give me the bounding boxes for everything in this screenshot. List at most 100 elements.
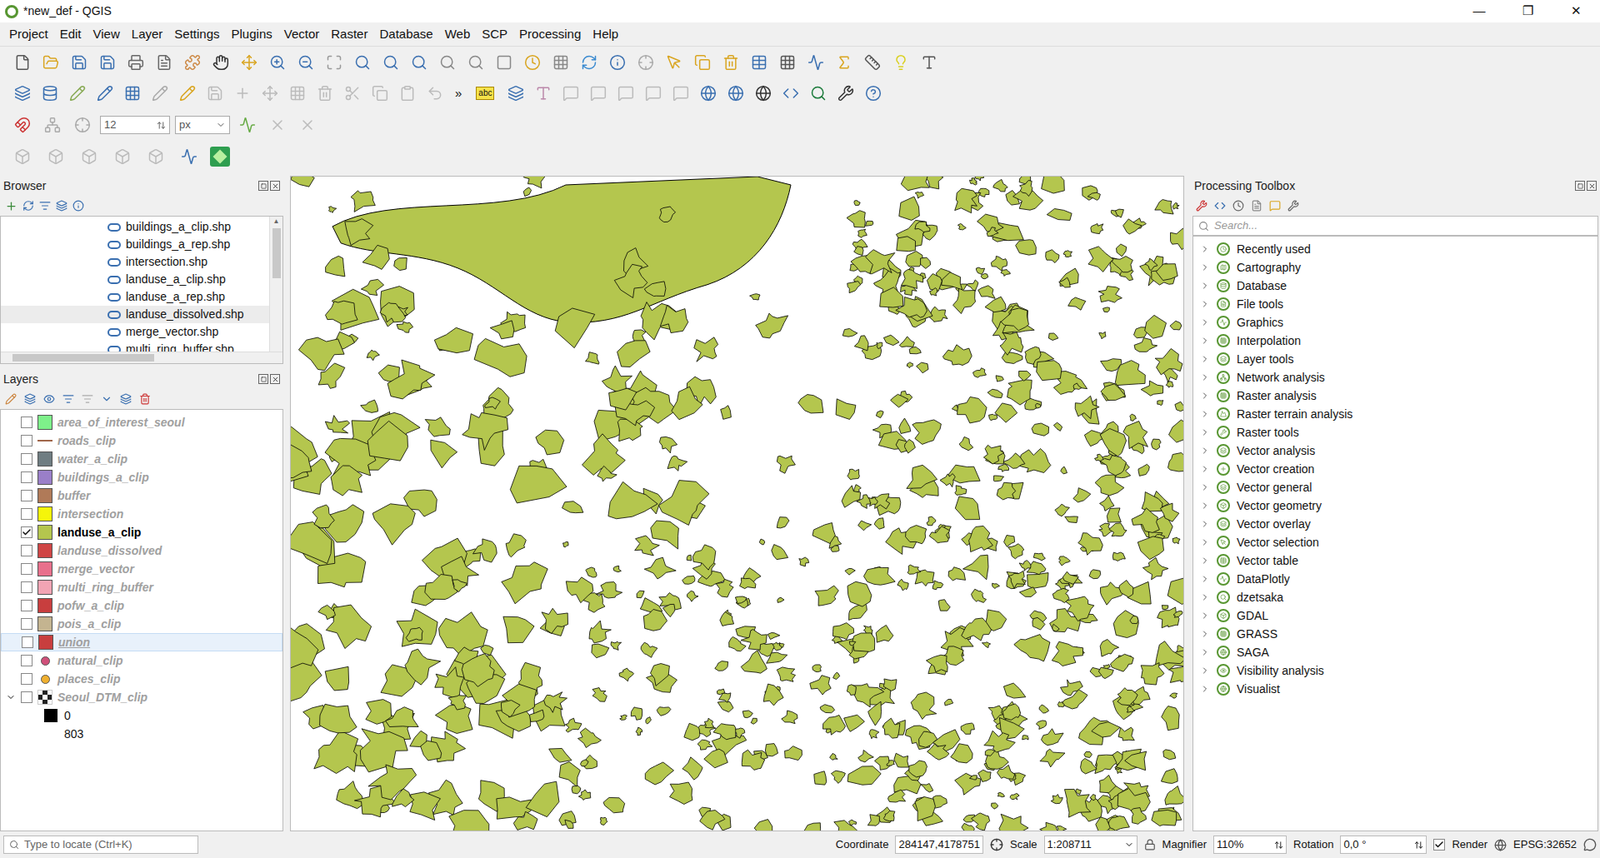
self-snap-icon[interactable] [295,112,320,138]
label-pin-icon[interactable] [558,80,584,106]
layer-row[interactable]: places_clip [0,670,283,689]
layer-row[interactable]: buildings_a_clip [0,468,283,487]
float-icon[interactable] [258,180,269,191]
label-show-icon[interactable] [585,80,611,106]
add-feature-icon[interactable] [230,80,255,106]
toolbox-group[interactable]: Network analysis [1193,368,1598,387]
toolbox-group[interactable]: Vector geometry [1193,496,1598,515]
menu-item[interactable]: Vector [278,25,326,45]
toolbox-group[interactable]: Vector overlay [1193,515,1598,534]
undo-icon[interactable] [422,80,448,106]
layer-row[interactable]: multi_ring_buffer [0,578,283,597]
browser-item[interactable]: landuse_a_clip.shp [0,270,270,289]
magnifier-field[interactable]: 110% [1213,835,1287,855]
select-icon[interactable] [661,50,687,75]
menu-item[interactable]: Database [373,25,439,45]
toolbox-group[interactable]: Raster tools [1193,423,1598,442]
snap-mode-icon[interactable] [70,112,95,138]
vertex-tool-icon[interactable] [257,80,283,106]
layout-manager-icon[interactable] [151,50,177,75]
toggle-edit-icon[interactable] [175,80,200,106]
layer-row[interactable]: pois_a_clip [0,615,283,634]
new-spatialite-icon[interactable] [92,80,118,106]
zoom-in-icon[interactable] [265,50,290,75]
style-manager-icon[interactable] [180,50,205,75]
rotation-field[interactable]: 0,0 ° [1340,835,1427,855]
layer-labeling-icon[interactable] [503,80,529,106]
toolbox-group[interactable]: Vector analysis [1193,441,1598,460]
toolbox-group[interactable]: Vector general [1193,478,1598,497]
layer-checkbox[interactable] [21,636,34,649]
browser-item[interactable]: landuse_a_rep.shp [0,288,270,306]
toolbox-group[interactable]: Vector selection [1193,533,1598,552]
layer-checkbox[interactable] [20,416,33,429]
label-rotate-icon[interactable] [640,80,666,106]
layer-row[interactable]: area_of_interest_seoul [0,413,283,432]
save-as-icon[interactable] [95,50,120,75]
text-annotation-icon[interactable] [916,50,942,75]
dataplotly-icon[interactable] [176,144,202,170]
unit-dropdown[interactable]: px [175,115,230,135]
metasearch-icon[interactable] [695,80,721,106]
toolbox-group[interactable]: Visibility analysis [1193,661,1598,680]
attribute-table-icon[interactable] [746,50,772,75]
layer-checkbox[interactable] [20,471,33,484]
new-map-view-icon[interactable] [491,50,517,75]
layer-row[interactable]: landuse_dissolved [0,541,283,560]
bookmark-icon[interactable] [548,50,574,75]
layer-row[interactable]: pofw_a_clip [0,596,283,615]
window-control[interactable]: ❐ [1503,1,1552,21]
statistics-icon[interactable] [831,50,857,75]
browser-item[interactable]: buildings_a_rep.shp [0,235,270,254]
field-calc-icon[interactable] [775,50,800,75]
snapping-icon[interactable] [10,112,35,138]
browser-item[interactable]: landuse_dissolved.shp [0,305,270,324]
pan-to-selection-icon[interactable] [236,50,262,75]
layer-checkbox[interactable] [20,563,33,575]
zoom-last-icon[interactable] [435,50,460,75]
data-source-icon[interactable] [10,80,35,106]
layer-checkbox[interactable] [20,600,33,612]
menu-item[interactable]: Web [439,25,477,45]
tips-icon[interactable] [888,50,914,75]
menu-item[interactable]: Project [3,25,55,45]
toolbox-group[interactable]: GDAL [1193,606,1598,625]
layer-row[interactable]: natural_clip [0,651,283,670]
digitize-icon[interactable] [147,80,173,106]
layer-checkbox[interactable] [20,655,33,667]
menu-item[interactable]: Help [586,25,625,45]
snap-layers-icon[interactable] [40,112,65,138]
polygon-icon[interactable] [143,144,169,170]
python-icon[interactable] [778,80,804,106]
label-tool-button[interactable]: abc [475,86,495,100]
toolbox-group[interactable]: Vector creation [1193,460,1598,479]
deselect-icon[interactable] [718,50,744,75]
layer-checkbox[interactable] [20,526,33,539]
layer-checkbox[interactable] [20,691,33,704]
toolbox-group[interactable]: Raster analysis [1193,386,1598,405]
layer-checkbox[interactable] [20,673,33,685]
measure-icon[interactable] [860,50,885,75]
toolbox-group[interactable]: Graphics [1193,313,1598,332]
tolerance-spinbox[interactable]: 12 [100,115,170,135]
layer-row[interactable]: roads_clip [0,431,283,450]
map-canvas[interactable] [290,175,1185,832]
select-value-icon[interactable] [690,50,715,75]
pan-icon[interactable] [208,50,234,75]
layer-checkbox[interactable] [20,435,33,447]
layer-row[interactable]: water_a_clip [0,450,283,469]
new-shapefile-icon[interactable] [65,80,90,106]
new-geopackage-icon[interactable] [37,80,63,106]
refresh-icon[interactable] [576,50,602,75]
qms-icon[interactable] [723,80,749,106]
zoom-native-icon[interactable] [406,50,432,75]
ellipse-icon[interactable] [76,144,102,170]
new-project-icon[interactable] [10,50,35,75]
identify-icon[interactable] [605,50,630,75]
zoom-full-icon[interactable] [321,50,347,75]
label-change-icon[interactable] [668,80,694,106]
menu-item[interactable]: Processing [513,25,587,45]
zoom-layer-icon[interactable] [350,50,375,75]
close-icon[interactable] [270,374,280,385]
layer-checkbox[interactable] [20,453,33,465]
